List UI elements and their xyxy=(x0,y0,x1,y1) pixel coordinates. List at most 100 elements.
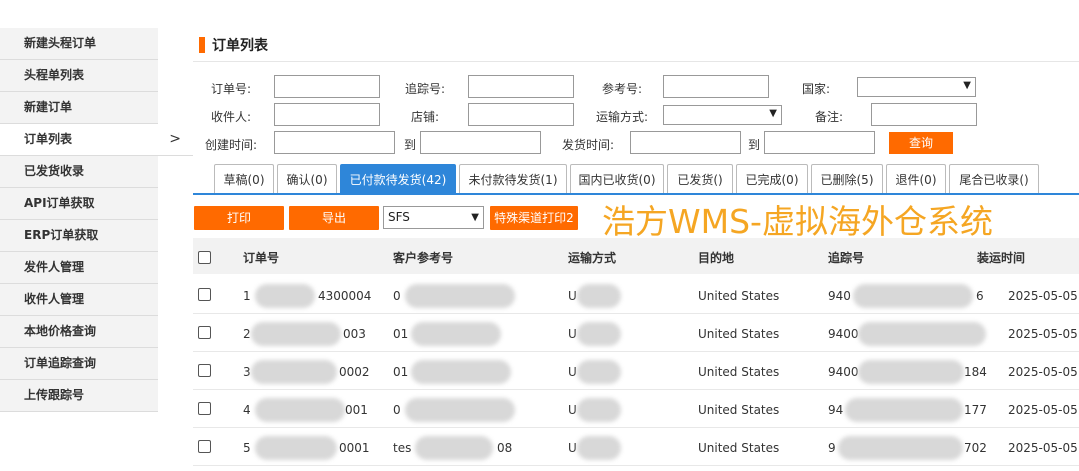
row-checkbox[interactable] xyxy=(198,326,211,339)
tab-confirmed[interactable]: 确认(0) xyxy=(277,164,337,194)
ship-time-start-input[interactable] xyxy=(630,131,741,154)
shipping-method-select[interactable]: ▼ xyxy=(663,105,782,125)
ship-time-to-label: 到 xyxy=(748,138,761,152)
page-title: 订单列表 xyxy=(212,38,268,54)
tab-domestic-received[interactable]: 国内已收货(0) xyxy=(570,164,664,194)
customer-ref-prefix: 0 xyxy=(393,403,401,417)
tracking-no-suffix: 184 xyxy=(964,365,987,379)
sidebar-item-order-list[interactable]: 订单列表 > xyxy=(0,124,193,156)
row-checkbox[interactable] xyxy=(198,288,211,301)
sidebar-item-local-price-query[interactable]: 本地价格查询 xyxy=(0,316,158,348)
redacted-blur xyxy=(853,284,973,308)
redacted-blur xyxy=(405,398,515,422)
customer-ref-prefix: 0 xyxy=(393,289,401,303)
ship-time-end-input[interactable] xyxy=(764,131,875,154)
print-button[interactable]: 打印 xyxy=(194,206,284,230)
tracking-no-prefix: 9 xyxy=(828,441,836,455)
sidebar-item-api-orders[interactable]: API订单获取 xyxy=(0,188,158,220)
chevron-down-icon: ▼ xyxy=(963,80,971,91)
order-no-prefix: 3 xyxy=(243,365,251,379)
chevron-down-icon: ▼ xyxy=(471,212,479,223)
tracking-no-input[interactable] xyxy=(468,75,574,98)
tab-tail-received[interactable]: 尾合已收录() xyxy=(949,164,1039,194)
select-all-checkbox[interactable] xyxy=(198,251,211,264)
tab-completed[interactable]: 已完成(0) xyxy=(736,164,808,194)
redacted-blur xyxy=(255,284,315,308)
table-row[interactable]: 5 0001 tes 08 U United States 9 702 2025… xyxy=(193,428,1079,466)
shipping-method-label: 运输方式: xyxy=(596,110,649,124)
header-tracking-no: 追踪号 xyxy=(828,251,865,265)
tab-shipped[interactable]: 已发货() xyxy=(667,164,733,194)
export-button[interactable]: 导出 xyxy=(289,206,379,230)
redacted-blur xyxy=(845,398,963,422)
table-row[interactable]: 2 003 01 U United States 9400 2025-05-05 xyxy=(193,314,1079,352)
created-time-end-input[interactable] xyxy=(420,131,541,154)
special-channel-print-button[interactable]: 特殊渠道打印2 xyxy=(490,206,578,230)
tracking-no-prefix: 94 xyxy=(828,403,844,417)
order-no-suffix: 4300004 xyxy=(318,289,372,303)
tracking-no-suffix: 702 xyxy=(964,441,987,455)
recipient-input[interactable] xyxy=(274,103,380,126)
sidebar-item-sender-management[interactable]: 发件人管理 xyxy=(0,252,158,284)
order-no-prefix: 2 xyxy=(243,327,251,341)
order-no-label: 订单号: xyxy=(211,82,252,96)
tab-unpaid-pending-shipment[interactable]: 未付款待发货(1) xyxy=(459,164,567,194)
query-button[interactable]: 查询 xyxy=(889,132,953,154)
tracking-no-prefix: 9400 xyxy=(828,327,859,341)
sidebar-item-new-first-leg-order[interactable]: 新建头程订单 xyxy=(0,28,158,60)
shipping-method: U xyxy=(568,365,577,379)
store-input[interactable] xyxy=(468,103,574,126)
tracking-no-prefix: 9400 xyxy=(828,365,859,379)
tracking-no-prefix: 940 xyxy=(828,289,851,303)
header-order-no: 订单号 xyxy=(243,251,280,265)
sidebar-item-shipped-records[interactable]: 已发货收录 xyxy=(0,156,158,188)
sidebar-item-order-tracking[interactable]: 订单追踪查询 xyxy=(0,348,158,380)
sidebar-item-label: ERP订单获取 xyxy=(24,228,99,242)
tab-paid-pending-shipment[interactable]: 已付款待发货(42) xyxy=(340,164,456,194)
tab-returned[interactable]: 退件(0) xyxy=(886,164,946,194)
header-ship-time: 装运时间 xyxy=(977,251,1026,265)
reference-no-input[interactable] xyxy=(663,75,769,98)
order-no-suffix: 0001 xyxy=(339,441,370,455)
sidebar-item-erp-orders[interactable]: ERP订单获取 xyxy=(0,220,158,252)
table-row[interactable]: 1 4300004 0 U United States 940 6 2025-0… xyxy=(193,276,1079,314)
row-checkbox[interactable] xyxy=(198,364,211,377)
ship-date: 2025-05-05 xyxy=(1008,403,1078,417)
shipping-method: U xyxy=(568,327,577,341)
channel-select[interactable]: SFS ▼ xyxy=(383,206,484,229)
destination: United States xyxy=(698,289,780,303)
redacted-blur xyxy=(858,360,964,384)
row-checkbox[interactable] xyxy=(198,402,211,415)
sidebar-item-upload-tracking[interactable]: 上传跟踪号 xyxy=(0,380,158,412)
redacted-blur xyxy=(577,322,621,346)
remark-input[interactable] xyxy=(871,103,977,126)
order-no-input[interactable] xyxy=(274,75,380,98)
redacted-blur xyxy=(255,436,337,460)
header-shipping-method: 运输方式 xyxy=(568,251,617,265)
header-customer-ref: 客户参考号 xyxy=(393,251,454,265)
page-root: 新建头程订单 头程单列表 新建订单 订单列表 > 已发货收录 API订单获取 ER… xyxy=(0,0,1079,471)
sidebar-item-first-leg-list[interactable]: 头程单列表 xyxy=(0,60,158,92)
tab-draft[interactable]: 草稿(0) xyxy=(214,164,274,194)
redacted-blur xyxy=(838,436,963,460)
redacted-blur xyxy=(255,398,345,422)
shipping-method: U xyxy=(568,403,577,417)
reference-no-label: 参考号: xyxy=(602,82,643,96)
destination: United States xyxy=(698,403,780,417)
redacted-blur xyxy=(577,360,621,384)
row-checkbox[interactable] xyxy=(198,440,211,453)
redacted-blur xyxy=(411,360,511,384)
country-select[interactable]: ▼ xyxy=(857,77,976,97)
sidebar-item-new-order[interactable]: 新建订单 xyxy=(0,92,158,124)
table-row[interactable]: 4 001 0 U United States 94 177 2025-05-0… xyxy=(193,390,1079,428)
sidebar-item-label: 收件人管理 xyxy=(24,292,85,306)
sidebar-item-recipient-management[interactable]: 收件人管理 xyxy=(0,284,158,316)
customer-ref-suffix: 08 xyxy=(497,441,513,455)
tab-deleted[interactable]: 已删除(5) xyxy=(811,164,883,194)
chevron-down-icon: ▼ xyxy=(769,108,777,119)
title-accent-bar xyxy=(199,37,205,53)
redacted-blur xyxy=(577,436,621,460)
created-time-start-input[interactable] xyxy=(274,131,395,154)
table-row[interactable]: 3 0002 01 U United States 9400 184 2025-… xyxy=(193,352,1079,390)
redacted-blur xyxy=(415,436,493,460)
